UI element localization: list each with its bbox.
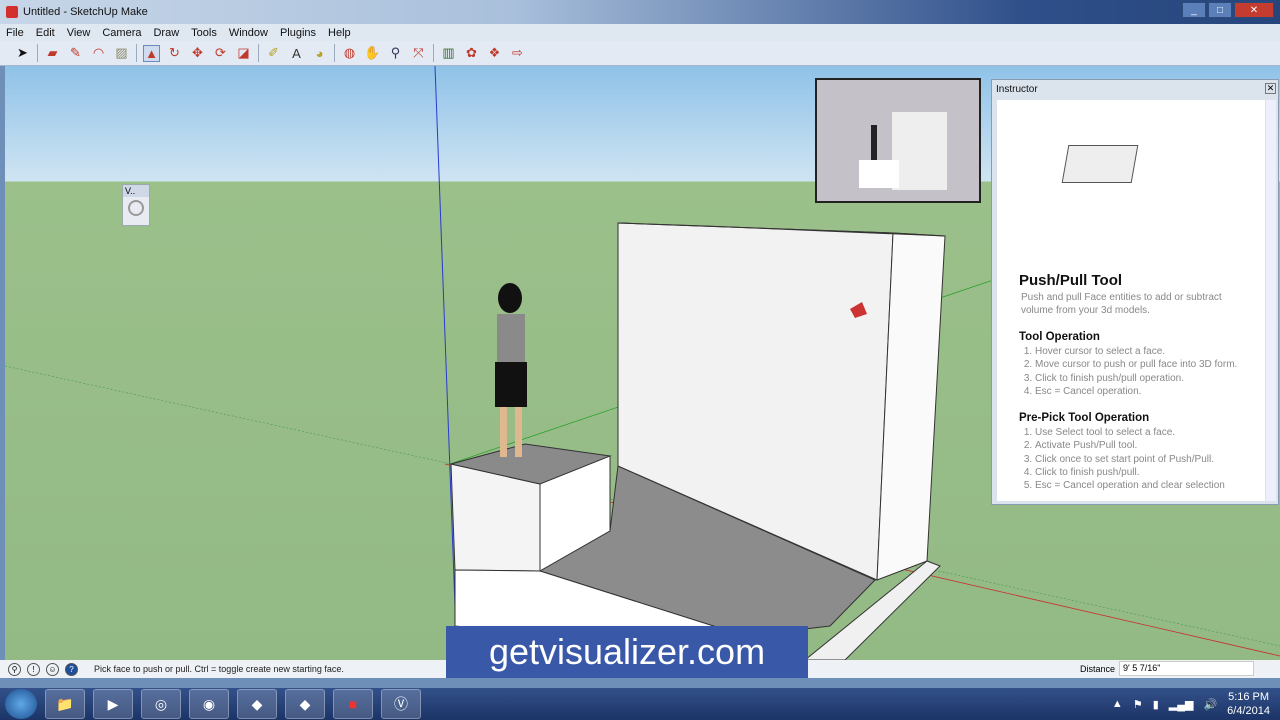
warehouse-icon[interactable]: ✿ — [463, 45, 480, 62]
instructor-close-button[interactable]: ✕ — [1265, 83, 1276, 94]
extension-icon[interactable]: ❖ — [486, 45, 503, 62]
menu-camera[interactable]: Camera — [102, 27, 141, 39]
credits-icon[interactable]: ! — [27, 662, 40, 676]
visualizer-icon[interactable] — [128, 200, 144, 216]
app-2-icon[interactable]: ◆ — [285, 689, 325, 719]
push-pull-illustration-icon — [1061, 145, 1139, 183]
step: Esc = Cancel operation. — [1035, 385, 1253, 398]
rotate-tool-icon[interactable]: ⟳ — [212, 45, 229, 62]
main-toolbar: ➤ ▰ ✎ ◠ ▨ ▲ ↻ ✥ ⟳ ◪ ✐ A ◕ ◍ ✋ ⚲ ⤧ ▥ ✿ ❖ … — [0, 41, 1280, 66]
flag-icon[interactable]: ⚑ — [1133, 698, 1143, 711]
menu-view[interactable]: View — [67, 27, 91, 39]
network-icon[interactable]: ◎ — [141, 689, 181, 719]
follow-me-tool-icon[interactable]: ↻ — [166, 45, 183, 62]
sketchup-icon — [6, 6, 18, 18]
push-pull-tool-icon[interactable]: ▲ — [143, 44, 160, 62]
section-heading: Tool Operation — [1019, 331, 1100, 343]
blue-axis — [434, 66, 458, 660]
step: Click to finish push/pull operation. — [1035, 372, 1253, 385]
select-tool-icon[interactable]: ➤ — [14, 45, 31, 62]
step: Move cursor to push or pull face into 3D… — [1035, 358, 1253, 371]
menu-file[interactable]: File — [6, 27, 24, 39]
mini-toolbar-title: V.. — [123, 185, 149, 197]
menu-window[interactable]: Window — [229, 27, 268, 39]
send-to-layout-icon[interactable]: ⇨ — [509, 45, 526, 62]
watermark-banner: getvisualizer.com — [446, 626, 808, 678]
user-icon[interactable]: ☺ — [46, 662, 59, 676]
instructor-panel: Instructor ✕ Push/Pull Tool Push and pul… — [991, 79, 1279, 505]
clock-time: 5:16 PM — [1228, 691, 1270, 703]
step: Click once to set start point of Push/Pu… — [1035, 453, 1253, 466]
window-title: Untitled - SketchUp Make — [23, 6, 148, 18]
scale-tool-icon[interactable]: ◪ — [235, 45, 252, 62]
step: Hover cursor to select a face. — [1035, 345, 1253, 358]
distance-label: Distance — [1079, 663, 1115, 674]
paint-bucket-icon[interactable]: ◕ — [311, 45, 328, 62]
visualizer-taskbar-icon[interactable]: Ⓥ — [381, 689, 421, 719]
menu-plugins[interactable]: Plugins — [280, 27, 316, 39]
volume-icon[interactable]: 🔊 — [1203, 698, 1217, 711]
tape-measure-icon[interactable]: ✐ — [265, 45, 282, 62]
components-icon[interactable]: ▥ — [440, 45, 457, 62]
tool-title: Push/Pull Tool — [1019, 272, 1123, 289]
explorer-icon[interactable]: 📁 — [45, 689, 85, 719]
clock[interactable]: 5:16 PM 6/4/2014 — [1227, 690, 1270, 718]
clock-date: 6/4/2014 — [1227, 705, 1270, 717]
orbit-icon[interactable]: ◍ — [341, 45, 358, 62]
preview-thumbnail — [815, 78, 981, 203]
step: Use Select tool to select a face. — [1035, 426, 1253, 439]
step: Activate Push/Pull tool. — [1035, 439, 1253, 452]
pan-icon[interactable]: ✋ — [364, 45, 381, 62]
title-bar: Untitled - SketchUp Make _ □ ✕ — [0, 0, 1280, 24]
instructor-scrollbar[interactable] — [1266, 100, 1276, 501]
start-button[interactable] — [5, 689, 37, 719]
eraser-tool-icon[interactable]: ▰ — [44, 45, 61, 62]
menu-edit[interactable]: Edit — [36, 27, 55, 39]
power-icon[interactable]: ▮ — [1153, 698, 1159, 711]
zoom-icon[interactable]: ⚲ — [387, 45, 404, 62]
menu-bar: File Edit View Camera Draw Tools Window … — [0, 24, 1280, 41]
sketchup-taskbar-icon[interactable]: ■ — [333, 689, 373, 719]
zoom-extents-icon[interactable]: ⤧ — [410, 45, 427, 62]
app-1-icon[interactable]: ◆ — [237, 689, 277, 719]
maximize-button[interactable]: □ — [1208, 2, 1232, 18]
chrome-icon[interactable]: ◉ — [189, 689, 229, 719]
instructor-content: Push/Pull Tool Push and pull Face entiti… — [997, 100, 1265, 501]
text-tool-icon[interactable]: A — [288, 45, 305, 62]
menu-help[interactable]: Help — [328, 27, 351, 39]
mini-toolbar: V.. — [122, 184, 150, 226]
show-hidden-icons[interactable]: ▲ — [1112, 698, 1123, 710]
section-heading: Pre-Pick Tool Operation — [1019, 412, 1150, 425]
distance-input[interactable]: 9' 5 7/16" — [1119, 661, 1254, 676]
media-player-icon[interactable]: ▶ — [93, 689, 133, 719]
arc-tool-icon[interactable]: ◠ — [90, 45, 107, 62]
help-icon[interactable]: ? — [65, 662, 78, 676]
step: Esc = Cancel operation and clear selecti… — [1035, 479, 1253, 492]
minimize-button[interactable]: _ — [1182, 2, 1206, 18]
rectangle-tool-icon[interactable]: ▨ — [113, 45, 130, 62]
menu-draw[interactable]: Draw — [153, 27, 179, 39]
move-tool-icon[interactable]: ✥ — [189, 45, 206, 62]
geo-location-icon[interactable]: ⚲ — [8, 662, 21, 676]
signal-icon[interactable]: ▂▄▆ — [1169, 698, 1194, 711]
instructor-title: Instructor — [996, 84, 1038, 95]
close-button[interactable]: ✕ — [1234, 2, 1274, 18]
status-text: Pick face to push or pull. Ctrl = toggle… — [94, 664, 344, 674]
pencil-tool-icon[interactable]: ✎ — [67, 45, 84, 62]
step: Click to finish push/pull. — [1035, 466, 1253, 479]
person-figure — [495, 283, 527, 457]
taskbar: 📁 ▶ ◎ ◉ ◆ ◆ ■ Ⓥ ▲ ⚑ ▮ ▂▄▆ 🔊 5:16 PM 6/4/… — [0, 688, 1280, 720]
tool-description: Push and pull Face entities to add or su… — [1021, 292, 1222, 316]
menu-tools[interactable]: Tools — [191, 27, 217, 39]
